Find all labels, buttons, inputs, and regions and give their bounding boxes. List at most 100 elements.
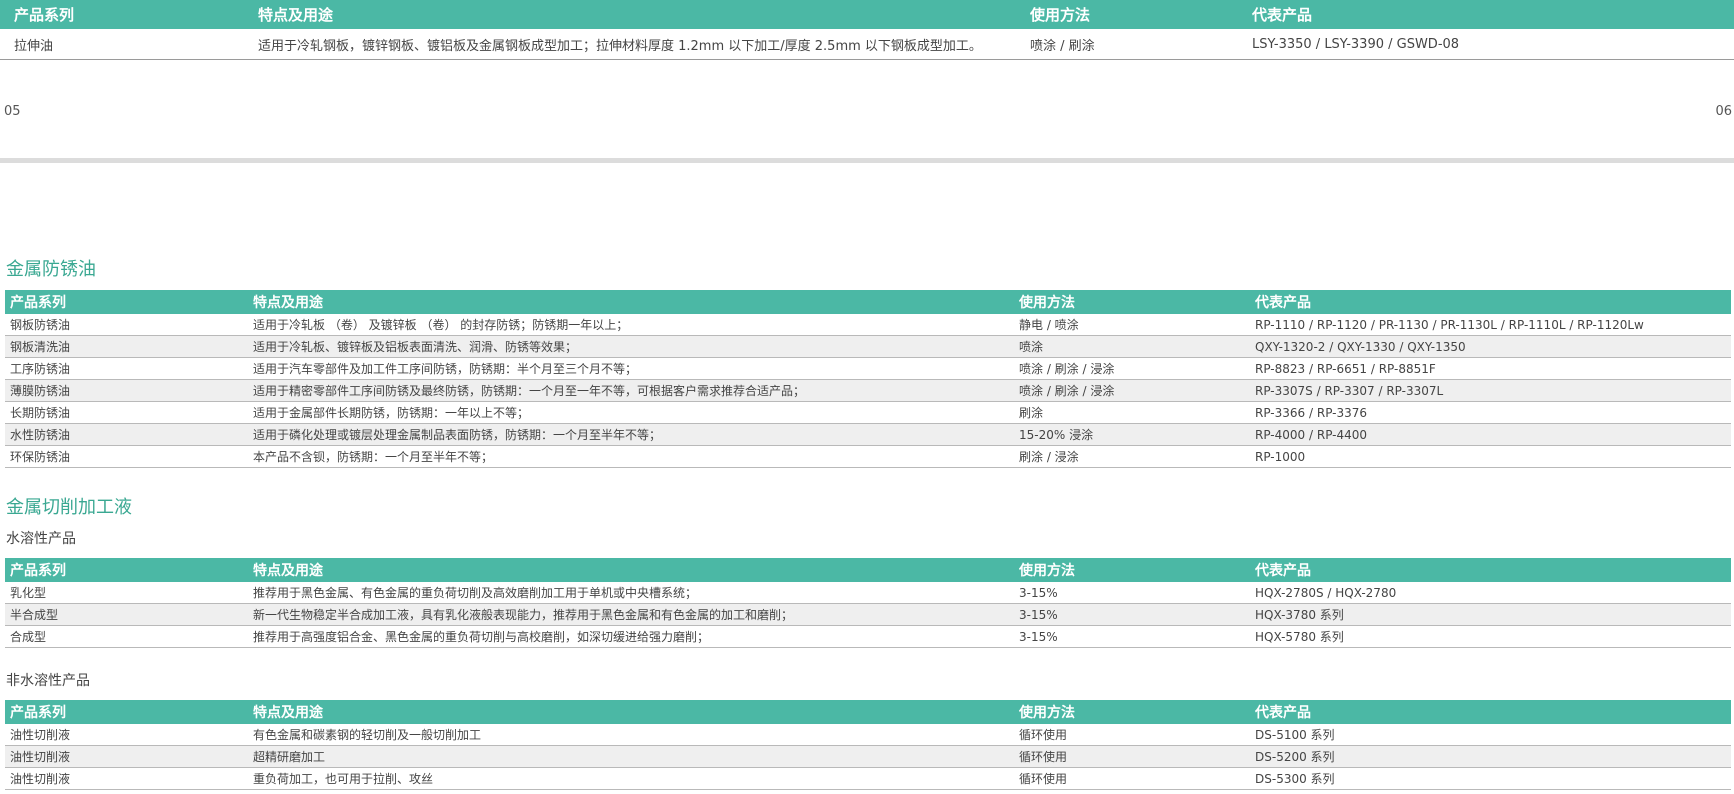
page-divider — [0, 158, 1734, 163]
cell-products: HQX-3780 系列 — [1250, 603, 1731, 626]
table-row: 合成型 推荐用于高强度铝合金、黑色金属的重负荷切削与高校磨削，如深切缓进给强力磨… — [5, 625, 1731, 648]
cell-series: 油性切削液 — [5, 745, 248, 768]
header-method: 使用方法 — [1019, 563, 1075, 579]
cell-method: 刷涂 — [1014, 401, 1250, 424]
cell-features: 适用于精密零部件工序间防锈及最终防锈，防锈期：一个月至一年不等，可根据客户需求推… — [248, 379, 1014, 402]
cell-method: 循环使用 — [1014, 767, 1250, 790]
page-number-left: 05 — [4, 104, 21, 119]
header-products: 代表产品 — [1255, 563, 1311, 579]
cell-series: 水性防锈油 — [5, 423, 248, 446]
header-products: 代表产品 — [1255, 295, 1311, 311]
cell-series: 半合成型 — [5, 603, 248, 626]
header-series: 产品系列 — [14, 6, 75, 24]
cell-features: 适用于磷化处理或镀层处理金属制品表面防锈，防锈期：一个月至半年不等； — [248, 423, 1014, 446]
cell-products: RP-3307S / RP-3307 / RP-3307L — [1250, 379, 1731, 402]
cell-features: 新一代生物稳定半合成加工液，具有乳化液般表现能力，推荐用于黑色金属和有色金属的加… — [248, 603, 1014, 626]
cell-products: RP-1000 — [1250, 445, 1731, 468]
table-row: 钢板清洗油 适用于冷轧板、镀锌板及铝板表面清洗、润滑、防锈等效果； 喷涂 QXY… — [5, 335, 1731, 358]
header-products: 代表产品 — [1255, 705, 1311, 721]
cell-features: 重负荷加工，也可用于拉削、攻丝 — [248, 767, 1014, 790]
table-row: 工序防锈油 适用于汽车零部件及加工件工序间防锈，防锈期：半个月至三个月不等； 喷… — [5, 357, 1731, 380]
table-row: 油性切削液 重负荷加工，也可用于拉削、攻丝 循环使用 DS-5300 系列 — [5, 767, 1731, 790]
cell-features: 推荐用于黑色金属、有色金属的重负荷切削及高效磨削加工用于单机或中央槽系统； — [248, 582, 1014, 604]
cell-products: DS-5200 系列 — [1250, 745, 1731, 768]
cell-method: 3-15% — [1014, 603, 1250, 626]
cell-products: RP-4000 / RP-4400 — [1250, 423, 1731, 446]
cell-features: 超精研磨加工 — [248, 745, 1014, 768]
subtitle-non-water-soluble: 非水溶性产品 — [6, 673, 90, 689]
cell-products: RP-3366 / RP-3376 — [1250, 401, 1731, 424]
cell-series: 长期防锈油 — [5, 401, 248, 424]
cell-products: DS-5300 系列 — [1250, 767, 1731, 790]
cell-series: 环保防锈油 — [5, 445, 248, 468]
table-header-row: 产品系列 特点及用途 使用方法 代表产品 — [0, 0, 1734, 29]
table-row: 油性切削液 有色金属和碳素钢的轻切削及一般切削加工 循环使用 DS-5100 系… — [5, 724, 1731, 746]
cell-features: 适用于冷轧钢板，镀锌钢板、镀铝板及金属钢板成型加工；拉伸材料厚度 1.2mm 以… — [244, 29, 1016, 60]
cell-products: DS-5100 系列 — [1250, 724, 1731, 746]
table-header-row: 产品系列 特点及用途 使用方法 代表产品 — [5, 700, 1731, 724]
table-row: 钢板防锈油 适用于冷轧板 （卷） 及镀锌板 （卷） 的封存防锈；防锈期一年以上；… — [5, 314, 1731, 336]
cell-features: 有色金属和碳素钢的轻切削及一般切削加工 — [248, 724, 1014, 746]
table-row: 长期防锈油 适用于金属部件长期防锈，防锈期：一年以上不等； 刷涂 RP-3366… — [5, 401, 1731, 424]
cell-method: 喷涂 / 刷涂 / 浸涂 — [1014, 357, 1250, 380]
cell-method: 静电 / 喷涂 — [1014, 314, 1250, 336]
header-series: 产品系列 — [10, 563, 66, 579]
table-row: 油性切削液 超精研磨加工 循环使用 DS-5200 系列 — [5, 745, 1731, 768]
cell-features: 适用于冷轧板、镀锌板及铝板表面清洗、润滑、防锈等效果； — [248, 335, 1014, 358]
cell-features: 推荐用于高强度铝合金、黑色金属的重负荷切削与高校磨削，如深切缓进给强力磨削； — [248, 625, 1014, 648]
cell-method: 3-15% — [1014, 625, 1250, 648]
cell-series: 钢板防锈油 — [5, 314, 248, 336]
cell-products: RP-1110 / RP-1120 / PR-1130 / PR-1130L /… — [1250, 314, 1731, 336]
page-number-right: 06 — [1715, 104, 1732, 119]
cell-method: 刷涂 / 浸涂 — [1014, 445, 1250, 468]
cell-products: HQX-5780 系列 — [1250, 625, 1731, 648]
subtitle-water-soluble: 水溶性产品 — [6, 531, 76, 547]
cell-method: 循环使用 — [1014, 724, 1250, 746]
cell-series: 乳化型 — [5, 582, 248, 604]
table-row: 环保防锈油 本产品不含钡，防锈期：一个月至半年不等； 刷涂 / 浸涂 RP-10… — [5, 445, 1731, 468]
water-soluble-table: 产品系列 特点及用途 使用方法 代表产品 乳化型 推荐用于黑色金属、有色金属的重… — [5, 558, 1731, 648]
cell-products: LSY-3350 / LSY-3390 / GSWD-08 — [1238, 29, 1734, 60]
cell-method: 15-20% 浸涂 — [1014, 423, 1250, 446]
table-row: 水性防锈油 适用于磷化处理或镀层处理金属制品表面防锈，防锈期：一个月至半年不等；… — [5, 423, 1731, 446]
header-series: 产品系列 — [10, 705, 66, 721]
header-features: 特点及用途 — [253, 705, 323, 721]
cell-products: QXY-1320-2 / QXY-1330 / QXY-1350 — [1250, 335, 1731, 358]
header-method: 使用方法 — [1019, 295, 1075, 311]
cell-features: 适用于汽车零部件及加工件工序间防锈，防锈期：半个月至三个月不等； — [248, 357, 1014, 380]
header-series: 产品系列 — [10, 295, 66, 311]
cell-products: HQX-2780S / HQX-2780 — [1250, 582, 1731, 604]
cell-method: 喷涂 / 刷涂 — [1016, 29, 1238, 60]
header-method: 使用方法 — [1030, 6, 1091, 24]
header-features: 特点及用途 — [253, 295, 323, 311]
cell-method: 循环使用 — [1014, 745, 1250, 768]
cell-method: 喷涂 / 刷涂 / 浸涂 — [1014, 379, 1250, 402]
cell-features: 适用于金属部件长期防锈，防锈期：一年以上不等； — [248, 401, 1014, 424]
non-water-soluble-table: 产品系列 特点及用途 使用方法 代表产品 油性切削液 有色金属和碳素钢的轻切削及… — [5, 700, 1731, 790]
header-method: 使用方法 — [1019, 705, 1075, 721]
cell-features: 本产品不含钡，防锈期：一个月至半年不等； — [248, 445, 1014, 468]
table-row: 乳化型 推荐用于黑色金属、有色金属的重负荷切削及高效磨削加工用于单机或中央槽系统… — [5, 582, 1731, 604]
header-features: 特点及用途 — [258, 6, 334, 24]
cell-method: 3-15% — [1014, 582, 1250, 604]
header-products: 代表产品 — [1252, 6, 1313, 24]
cell-series: 油性切削液 — [5, 724, 248, 746]
cell-series: 拉伸油 — [0, 29, 244, 60]
rust-oil-table: 产品系列 特点及用途 使用方法 代表产品 钢板防锈油 适用于冷轧板 （卷） 及镀… — [5, 290, 1731, 468]
cell-series: 薄膜防锈油 — [5, 379, 248, 402]
cell-features: 适用于冷轧板 （卷） 及镀锌板 （卷） 的封存防锈；防锈期一年以上； — [248, 314, 1014, 336]
cell-series: 钢板清洗油 — [5, 335, 248, 358]
table-header-row: 产品系列 特点及用途 使用方法 代表产品 — [5, 558, 1731, 582]
cell-series: 工序防锈油 — [5, 357, 248, 380]
section-title-cutting-fluid: 金属切削加工液 — [6, 497, 132, 518]
header-features: 特点及用途 — [253, 563, 323, 579]
cell-series: 油性切削液 — [5, 767, 248, 790]
table-row: 薄膜防锈油 适用于精密零部件工序间防锈及最终防锈，防锈期：一个月至一年不等，可根… — [5, 379, 1731, 402]
cell-series: 合成型 — [5, 625, 248, 648]
section-title-rust-oil: 金属防锈油 — [6, 259, 96, 280]
table-row: 拉伸油 适用于冷轧钢板，镀锌钢板、镀铝板及金属钢板成型加工；拉伸材料厚度 1.2… — [0, 29, 1734, 60]
table-row: 半合成型 新一代生物稳定半合成加工液，具有乳化液般表现能力，推荐用于黑色金属和有… — [5, 603, 1731, 626]
cell-method: 喷涂 — [1014, 335, 1250, 358]
table-header-row: 产品系列 特点及用途 使用方法 代表产品 — [5, 290, 1731, 314]
drawing-oil-table: 产品系列 特点及用途 使用方法 代表产品 拉伸油 适用于冷轧钢板，镀锌钢板、镀铝… — [0, 0, 1734, 60]
